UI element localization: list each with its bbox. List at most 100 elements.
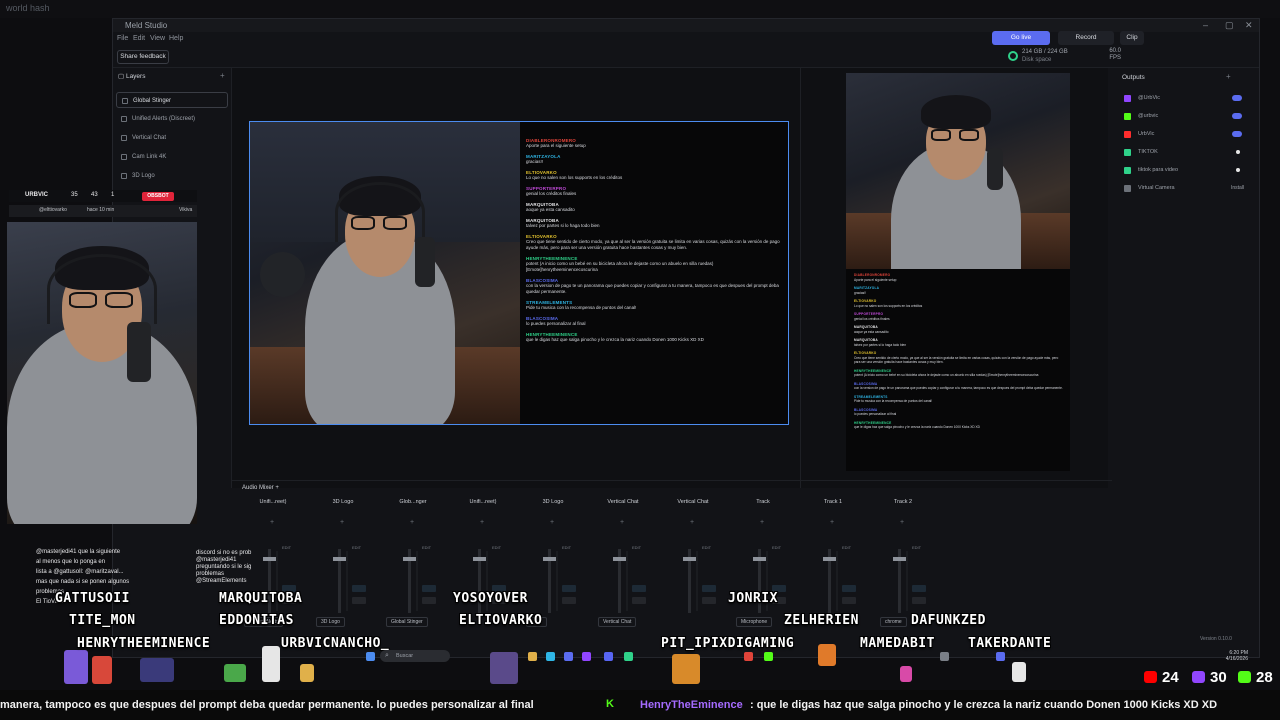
track-edit-button[interactable]: EDIT	[352, 545, 361, 550]
add-filter-icon[interactable]: +	[340, 519, 344, 526]
add-filter-icon[interactable]: +	[830, 519, 834, 526]
minimize-icon[interactable]: –	[1203, 20, 1208, 30]
layer-icon	[121, 135, 127, 141]
fader-knob[interactable]	[403, 557, 416, 561]
go-live-button[interactable]: Go live	[992, 31, 1050, 45]
fader-knob[interactable]	[543, 557, 556, 561]
taskbar-search[interactable]: ⌕ Buscar	[380, 650, 450, 662]
taskbar-clock: 6:20 PM 4/16/2026	[1218, 650, 1248, 662]
menu-edit[interactable]: Edit	[133, 35, 145, 42]
output-item[interactable]: TIKTOK	[1124, 146, 1244, 158]
menu-file[interactable]: File	[117, 35, 128, 42]
layer-unified-alerts[interactable]: Unified Alerts (Discreet)	[116, 111, 228, 127]
add-filter-icon[interactable]: +	[690, 519, 694, 526]
tray-app-icon[interactable]	[940, 652, 949, 661]
share-feedback-button[interactable]: Share feedback	[117, 50, 169, 64]
menu-help[interactable]: Help	[169, 35, 183, 42]
source-pill[interactable]: 3D Logo	[316, 617, 345, 627]
output-toggle[interactable]	[1232, 113, 1242, 119]
mute-button[interactable]	[562, 597, 576, 604]
output-status-dot[interactable]	[1236, 150, 1240, 154]
track-name: Track 1	[823, 499, 843, 505]
windows-start-icon[interactable]	[366, 652, 375, 661]
twitch-icon[interactable]	[582, 652, 591, 661]
output-status-dot[interactable]	[1236, 168, 1240, 172]
scene-frame[interactable]: DIABLERONROMERO Aporte para el siguiente …	[249, 121, 789, 425]
track-edit-button[interactable]: EDIT	[702, 545, 711, 550]
chrome-icon[interactable]	[744, 652, 753, 661]
track-edit-button[interactable]: EDIT	[282, 545, 291, 550]
edge-icon[interactable]	[546, 652, 555, 661]
output-item[interactable]: @urbvic	[1124, 110, 1244, 122]
layer-global-stinger[interactable]: Global Stinger	[116, 92, 228, 108]
scene-canvas[interactable]: DIABLERONROMERO Aporte para el siguiente …	[232, 68, 800, 488]
layer-vertical-chat[interactable]: Vertical Chat	[116, 130, 228, 146]
kick-icon[interactable]	[764, 652, 773, 661]
add-filter-icon[interactable]: +	[620, 519, 624, 526]
layer-cam-link[interactable]: Cam Link 4K	[116, 149, 228, 165]
add-layer-icon[interactable]: +	[220, 71, 225, 80]
output-item[interactable]: UrbVic	[1124, 128, 1244, 140]
fader-knob[interactable]	[473, 557, 486, 561]
add-filter-icon[interactable]: +	[760, 519, 764, 526]
track-edit-button[interactable]: EDIT	[492, 545, 501, 550]
mute-button[interactable]	[632, 597, 646, 604]
output-toggle[interactable]	[1232, 95, 1242, 101]
add-filter-icon[interactable]: +	[270, 519, 274, 526]
store-icon[interactable]	[564, 652, 573, 661]
clip-button[interactable]: Clip	[1120, 31, 1144, 45]
mute-button[interactable]	[352, 597, 366, 604]
source-pill[interactable]: Vertical Chat	[598, 617, 637, 627]
layer-3d-logo[interactable]: 3D Logo	[116, 168, 228, 184]
discord-icon[interactable]	[604, 652, 613, 661]
mute-button[interactable]	[912, 597, 926, 604]
add-filter-icon[interactable]: +	[900, 519, 904, 526]
mute-button[interactable]	[842, 597, 856, 604]
app-icon[interactable]	[624, 652, 633, 661]
cue-button[interactable]	[632, 585, 646, 592]
output-item[interactable]: @UrbVic	[1124, 92, 1244, 104]
track-edit-button[interactable]: EDIT	[422, 545, 431, 550]
add-filter-icon[interactable]: +	[410, 519, 414, 526]
cue-button[interactable]	[842, 585, 856, 592]
source-pill[interactable]: chrome	[880, 617, 907, 627]
file-explorer-icon[interactable]	[528, 652, 537, 661]
add-output-icon[interactable]: +	[1226, 72, 1231, 81]
source-pill[interactable]: Global Stinger	[386, 617, 428, 627]
install-button[interactable]: Install	[1231, 182, 1244, 194]
maximize-icon[interactable]: ▢	[1225, 20, 1234, 31]
track-edit-button[interactable]: EDIT	[562, 545, 571, 550]
mute-button[interactable]	[422, 597, 436, 604]
fader-knob[interactable]	[823, 557, 836, 561]
fader-knob[interactable]	[333, 557, 346, 561]
add-filter-icon[interactable]: +	[550, 519, 554, 526]
twitch-icon	[1192, 671, 1205, 683]
cue-button[interactable]	[352, 585, 366, 592]
cue-button[interactable]	[702, 585, 716, 592]
fader-knob[interactable]	[893, 557, 906, 561]
output-item[interactable]: Virtual Camera Install	[1124, 182, 1244, 194]
fader-knob[interactable]	[683, 557, 696, 561]
camera-feed	[250, 122, 520, 424]
output-item[interactable]: tiktok para video	[1124, 164, 1244, 176]
output-toggle[interactable]	[1232, 131, 1242, 137]
fader-knob[interactable]	[613, 557, 626, 561]
close-icon[interactable]: ✕	[1245, 20, 1253, 31]
add-filter-icon[interactable]: +	[480, 519, 484, 526]
meld-icon[interactable]	[996, 652, 1005, 661]
cue-button[interactable]	[912, 585, 926, 592]
cue-button[interactable]	[562, 585, 576, 592]
menu-view[interactable]: View	[150, 35, 165, 42]
mute-button[interactable]	[702, 597, 716, 604]
track-edit-button[interactable]: EDIT	[772, 545, 781, 550]
source-pill[interactable]: Microphone	[736, 617, 773, 627]
track-edit-button[interactable]: EDIT	[912, 545, 921, 550]
glasses-right	[959, 129, 979, 141]
track-edit-button[interactable]: EDIT	[632, 545, 641, 550]
fader-knob[interactable]	[753, 557, 766, 561]
track-edit-button[interactable]: EDIT	[842, 545, 851, 550]
record-button[interactable]: Record	[1058, 31, 1114, 45]
output-platform-icon	[1124, 113, 1131, 120]
ticker-user: HenryTheEminence	[640, 699, 743, 711]
cue-button[interactable]	[422, 585, 436, 592]
